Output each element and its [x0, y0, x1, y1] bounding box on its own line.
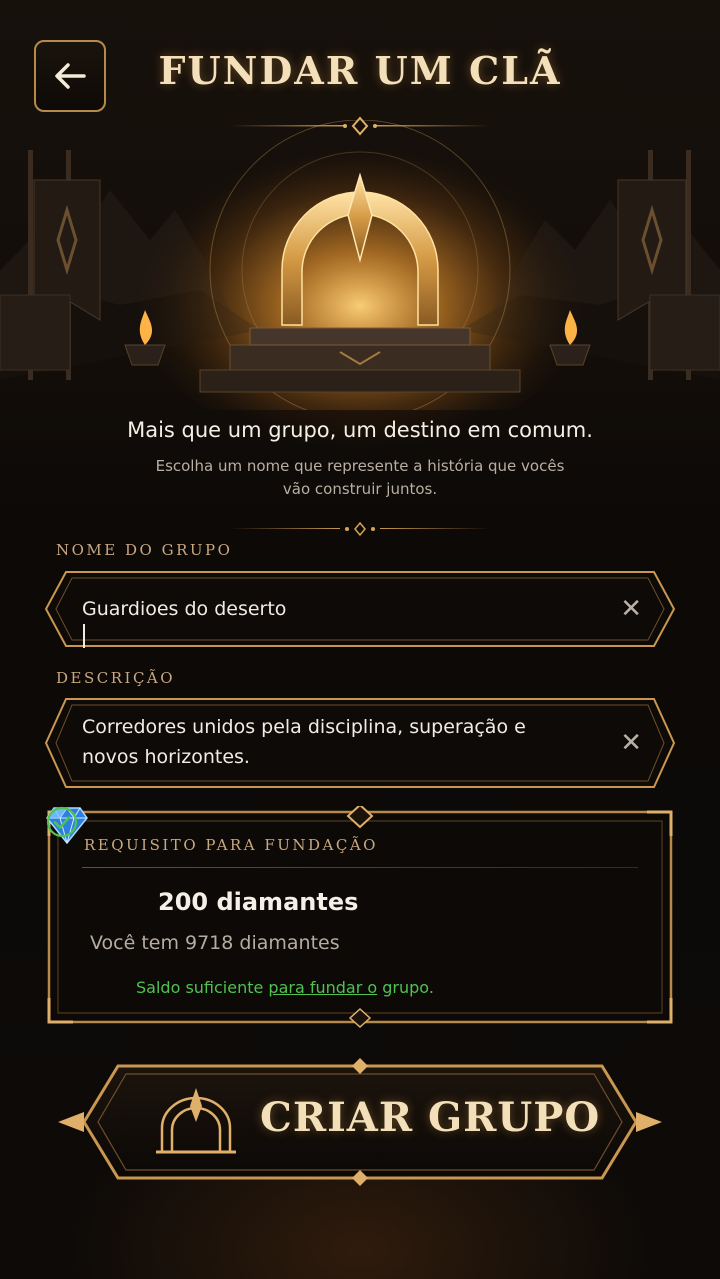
status-message: Saldo suficiente para fundar o grupo.: [136, 978, 434, 997]
group-name-value: Guardioes do deserto: [82, 598, 287, 620]
status-prefix: Saldo suficiente: [136, 978, 269, 997]
page-title: FUNDAR UM CLÃ: [158, 48, 562, 93]
cost-amount: 200 diamantes: [158, 888, 359, 916]
status-suffix: grupo.: [377, 978, 434, 997]
requirement-card: REQUISITO PARA FUNDAÇÃO 200 diamantes Vo…: [46, 806, 674, 1028]
requirement-title: REQUISITO PARA FUNDAÇÃO: [84, 836, 378, 854]
description-input[interactable]: Corredores unidos pela disciplina, super…: [82, 712, 526, 772]
group-name-label: NOME DO GRUPO: [56, 541, 233, 559]
portal-arch-icon: [156, 1088, 236, 1154]
close-icon[interactable]: ✕: [620, 730, 642, 756]
subtitle-line: Escolha um nome que represente a históri…: [155, 457, 565, 475]
group-name-input[interactable]: Guardioes do deserto: [82, 594, 286, 648]
create-group-label: CRIAR GRUPO: [260, 1094, 601, 1141]
description-line: Corredores unidos pela disciplina, super…: [82, 716, 526, 738]
close-icon[interactable]: ✕: [620, 596, 642, 622]
description-line: novos horizontes.: [82, 746, 250, 768]
tagline: Mais que um grupo, um destino em comum.: [127, 418, 593, 442]
balance-text: Você tem 9718 diamantes: [90, 932, 340, 954]
subtitle: Escolha um nome que represente a históri…: [0, 455, 720, 501]
create-group-button[interactable]: CRIAR GRUPO: [54, 1058, 666, 1186]
group-name-field[interactable]: Guardioes do deserto ✕: [44, 570, 676, 648]
status-link: para fundar o: [268, 978, 378, 997]
card-separator: [82, 867, 638, 868]
section-divider: [230, 521, 490, 537]
text-caret: [83, 624, 85, 648]
description-label: DESCRIÇÃO: [56, 669, 176, 687]
clan-portal-illustration: [0, 120, 720, 410]
subtitle-line: vão construir juntos.: [282, 480, 438, 498]
check-circle-icon: [46, 806, 78, 838]
description-field[interactable]: Corredores unidos pela disciplina, super…: [44, 697, 676, 789]
